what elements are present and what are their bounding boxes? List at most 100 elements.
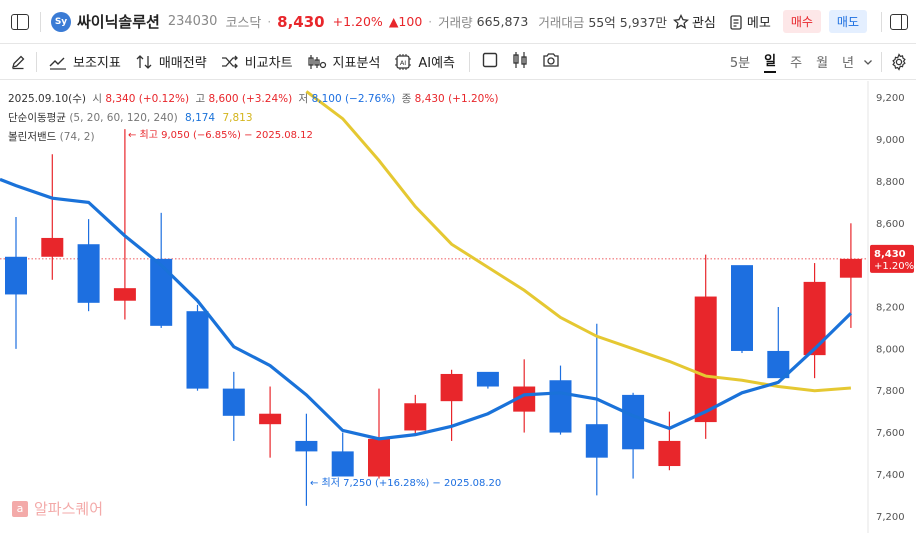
settings-button[interactable] (882, 52, 916, 71)
y-tick-label: 7,800 (876, 386, 905, 397)
ai-predict-button[interactable]: AI AI예측 (394, 52, 455, 71)
bb-params: (74, 2) (59, 131, 95, 143)
period-month[interactable]: 월 (816, 52, 828, 71)
y-tick-label: 8,000 (876, 344, 905, 355)
square-icon (482, 52, 498, 67)
amount-value: 55억 5,937만 (588, 15, 668, 30)
ma20-line (305, 90, 852, 393)
svg-text:AI: AI (400, 59, 406, 67)
analysis-label: 지표분석 (332, 56, 381, 71)
volume-label: 거래량 (438, 15, 473, 30)
candle-body[interactable] (694, 296, 717, 423)
candle-body[interactable] (622, 394, 645, 450)
high-value: 8,600 (+3.24%) (208, 93, 293, 105)
ma5-value: 8,174 (185, 112, 216, 124)
ma-label: 단순이동평균 (8, 112, 66, 124)
bb-label: 볼린저밴드 (8, 131, 57, 143)
y-tick-label: 8,800 (876, 177, 905, 188)
chart-toolbar: 보조지표 매매전략 비교차트 지표분석 AI AI예측 5분 일 주 월 년 (0, 44, 916, 80)
candle-body[interactable] (41, 237, 64, 257)
header-actions: 관심 메모 매수 매도 (672, 10, 881, 33)
low-annotation: ← 최저 7,250 (+16.28%) − 2025.08.20 (310, 478, 502, 489)
compare-button[interactable]: 비교차트 (221, 52, 293, 71)
y-tick-label: 8,200 (876, 303, 905, 314)
price-tag-value: 8,430 (874, 249, 906, 260)
open-label: 시 (92, 93, 102, 105)
candle-body[interactable] (731, 265, 753, 351)
y-tick-label: 7,200 (876, 512, 905, 523)
stock-header: Sy 싸이닉솔루션 234030 코스닥 · 8,430 +1.20% ▲100… (0, 0, 916, 44)
ma-legend[interactable]: 단순이동평균 (5, 20, 60, 120, 240) 8,174 7,813 (8, 110, 253, 125)
y-tick-label: 8,600 (876, 219, 905, 230)
candle-body[interactable] (476, 371, 499, 387)
current-price: 8,430 (277, 12, 325, 31)
candle-body[interactable] (5, 256, 27, 295)
period-day[interactable]: 일 (764, 50, 777, 73)
candle-body[interactable] (803, 281, 826, 356)
period-year[interactable]: 년 (842, 52, 854, 71)
candle-body[interactable] (150, 258, 173, 326)
ai-predict-label: AI예측 (418, 56, 456, 71)
low-value: 8,100 (−2.76%) (311, 93, 396, 105)
price-tag: 8,430 +1.20% (870, 244, 914, 273)
layout-toggle-button[interactable] (482, 52, 498, 72)
high-annotation: ← 최고 9,050 (−6.85%) − 2025.08.12 (128, 130, 313, 141)
panel-right-icon (890, 13, 908, 30)
analysis-button[interactable]: 지표분석 (307, 52, 381, 71)
ma20-value: 7,813 (222, 112, 253, 124)
candle-body[interactable] (440, 373, 463, 402)
period-dropdown[interactable] (863, 52, 873, 71)
divider (469, 51, 471, 72)
change-percent: +1.20% (332, 14, 383, 29)
stock-code: 234030 (167, 14, 218, 29)
dot-separator: · (428, 14, 433, 29)
stock-name[interactable]: 싸이닉솔루션 (77, 11, 160, 32)
screenshot-button[interactable] (542, 52, 560, 72)
chevron-down-icon (864, 60, 872, 65)
candle-body[interactable] (77, 244, 100, 303)
price-tag-percent: +1.20% (874, 261, 914, 272)
sell-button[interactable]: 매도 (828, 10, 867, 33)
star-icon (672, 13, 689, 29)
gear-icon (892, 52, 906, 71)
candle-body[interactable] (658, 440, 681, 467)
right-panel-toggle[interactable] (882, 13, 916, 30)
y-tick-label: 9,000 (876, 135, 905, 146)
memo-icon (730, 14, 742, 30)
memo-button[interactable]: 메모 (728, 12, 771, 31)
buy-button[interactable]: 매수 (782, 10, 821, 33)
left-panel-toggle[interactable] (0, 13, 40, 30)
indicators-button[interactable]: 보조지표 (49, 52, 121, 71)
period-5min[interactable]: 5분 (730, 52, 750, 71)
y-tick-label: 7,600 (876, 428, 905, 439)
ai-chip-icon: AI (395, 53, 412, 70)
camera-icon (543, 52, 559, 67)
memo-label: 메모 (746, 16, 771, 31)
candle-body[interactable] (259, 413, 282, 425)
period-week[interactable]: 주 (790, 52, 802, 71)
candle-body[interactable] (331, 451, 354, 477)
candle-body[interactable] (222, 388, 245, 416)
y-axis: 9,2009,0008,8008,6008,4008,2008,0007,800… (876, 93, 905, 523)
price-chart[interactable]: 9,2009,0008,8008,6008,4008,2008,0007,800… (0, 81, 916, 533)
shuffle-icon (221, 55, 238, 68)
candle-body[interactable] (295, 440, 318, 452)
candle-body[interactable] (368, 438, 390, 477)
candle-type-button[interactable] (512, 51, 528, 73)
open-value: 8,340 (+0.12%) (105, 93, 190, 105)
draw-tool-button[interactable] (0, 54, 36, 70)
strategy-label: 매매전략 (158, 56, 207, 71)
candle-body[interactable] (839, 258, 862, 278)
bb-legend[interactable]: 볼린저밴드 (74, 2) (8, 129, 95, 144)
amount-label: 거래대금 (538, 15, 585, 30)
watermark-text: 알파스퀘어 (34, 500, 104, 518)
strategy-button[interactable]: 매매전략 (135, 52, 207, 71)
watch-button[interactable]: 관심 (672, 12, 716, 31)
candle-body[interactable] (113, 288, 136, 301)
candle-body[interactable] (186, 311, 209, 389)
candle-analysis-icon (307, 54, 326, 69)
close-value: 8,430 (+1.20%) (414, 93, 499, 105)
candle-body[interactable] (585, 424, 608, 458)
candle-body[interactable] (404, 403, 427, 431)
candle-body[interactable] (549, 380, 572, 433)
